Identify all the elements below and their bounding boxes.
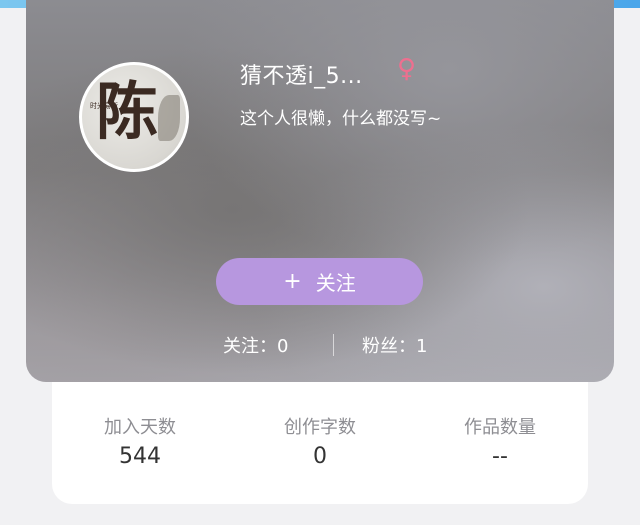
social-stats: 关注：0 粉丝：1 <box>26 330 614 358</box>
info-works-count: 作品数量 -- <box>430 416 570 472</box>
avatar-character: 陈 <box>96 75 159 148</box>
info-value: 0 <box>313 444 327 469</box>
follow-button[interactable]: + 关注 <box>216 258 423 305</box>
profile-header-card: 时光易逝 陈 猜不透i_5... ♀ 这个人很懒，什么都没写~ + 关注 关注：… <box>26 0 614 382</box>
fans-count[interactable]: 粉丝：1 <box>362 332 427 358</box>
user-bio: 这个人很懒，什么都没写~ <box>240 109 442 129</box>
user-info-panel: 加入天数 544 创作字数 0 作品数量 -- <box>52 382 588 504</box>
following-count[interactable]: 关注：0 <box>223 332 288 358</box>
female-icon: ♀ <box>397 54 417 84</box>
info-value: -- <box>492 444 508 469</box>
plus-icon: + <box>283 268 302 294</box>
avatar-leaf-decoration <box>158 95 180 141</box>
avatar[interactable]: 时光易逝 陈 <box>79 62 189 172</box>
username: 猜不透i_5... <box>240 64 363 89</box>
info-label: 创作字数 <box>284 417 356 438</box>
info-value: 544 <box>119 444 161 469</box>
info-label: 作品数量 <box>464 417 536 438</box>
follow-button-label: 关注 <box>315 271 356 295</box>
info-label: 加入天数 <box>104 417 176 438</box>
stats-divider <box>333 334 334 356</box>
info-word-count: 创作字数 0 <box>250 416 390 472</box>
info-join-days: 加入天数 544 <box>70 416 210 472</box>
